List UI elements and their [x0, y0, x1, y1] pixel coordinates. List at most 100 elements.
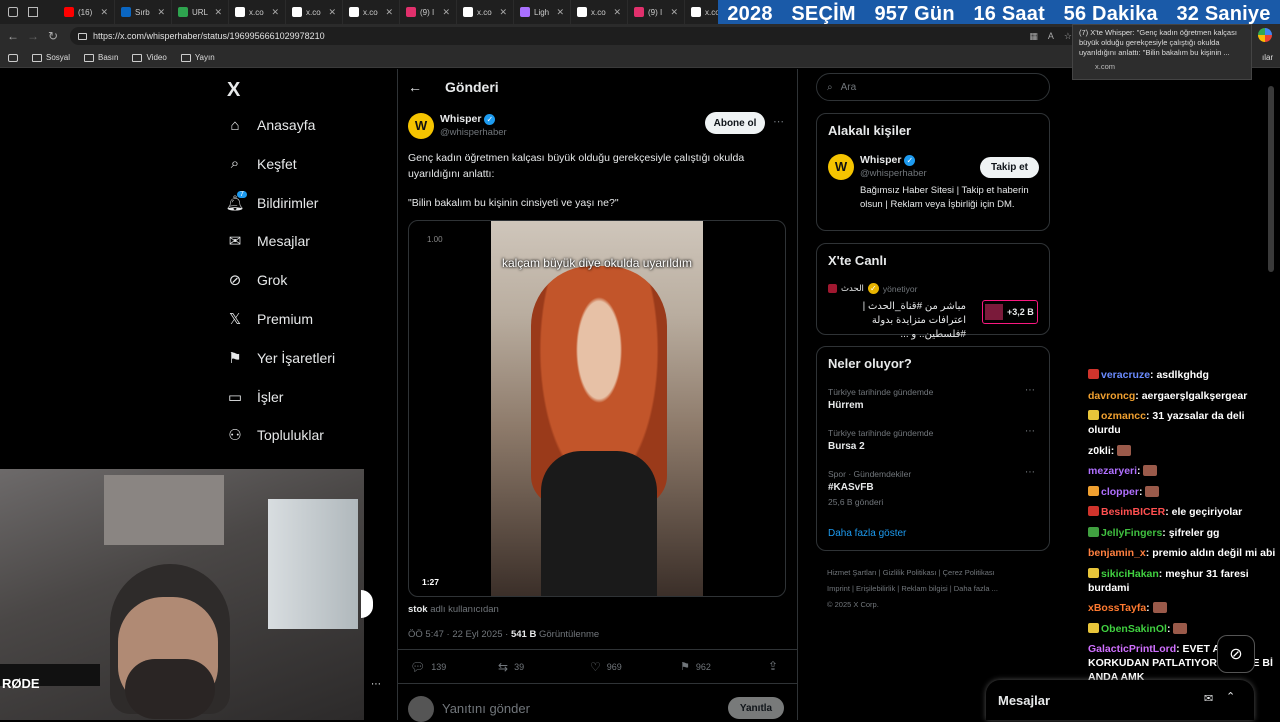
nav-item-topluluklar[interactable]: ⚇ Topluluklar	[227, 427, 324, 444]
close-tab-icon[interactable]: ✕	[442, 7, 450, 18]
close-tab-icon[interactable]: ✕	[556, 7, 564, 18]
live-stream-title[interactable]: مباشر من #قناة_الحدث | اعترافات متزايدة …	[828, 300, 966, 342]
more-menu-icon[interactable]: ⋯	[371, 679, 381, 690]
author-avatar[interactable]: W	[408, 113, 434, 139]
chat-username[interactable]: xBossTayfa	[1088, 602, 1146, 614]
trend-more-icon[interactable]: ⋯	[1025, 385, 1035, 396]
bookmark-folder-yayin[interactable]: Yayın	[180, 53, 215, 62]
related-name-row[interactable]: Whisper ✓	[860, 154, 916, 166]
live-listeners[interactable]: +3,2 B	[982, 300, 1038, 324]
source-user[interactable]: stok	[408, 604, 428, 615]
chevron-up-icon[interactable]: ⌃	[1226, 690, 1235, 703]
chat-username[interactable]: z0kli	[1088, 445, 1111, 457]
tab-actions-icon[interactable]	[28, 7, 38, 17]
browser-tab[interactable]: (9) I ✕	[628, 0, 685, 24]
workspaces-icon[interactable]	[8, 7, 18, 17]
reply-input[interactable]: Yanıtını gönder	[442, 701, 530, 716]
trend-name[interactable]: Hürrem	[828, 400, 864, 411]
related-avatar[interactable]: W	[828, 154, 854, 180]
site-info-icon[interactable]	[78, 32, 87, 40]
user-avatar[interactable]	[408, 696, 434, 722]
chat-username[interactable]: ozmancc	[1101, 410, 1146, 422]
trend-name[interactable]: #KASvFB	[828, 482, 874, 493]
trend-more-icon[interactable]: ⋯	[1025, 467, 1035, 478]
chat-username[interactable]: veracruze	[1101, 369, 1150, 381]
close-tab-icon[interactable]: ✕	[157, 7, 165, 18]
close-tab-icon[interactable]: ✕	[385, 7, 393, 18]
close-tab-icon[interactable]: ✕	[613, 7, 621, 18]
author-handle[interactable]: @whisperhaber	[440, 127, 507, 138]
nav-item-i-ler[interactable]: ▭ İşler	[227, 389, 284, 406]
browser-tab[interactable]: x.co ✕	[457, 0, 514, 24]
collections-icon[interactable]	[8, 53, 18, 62]
read-aloud-icon[interactable]: A	[1048, 31, 1054, 42]
browser-tab[interactable]: x.co ✕	[343, 0, 400, 24]
nav-item-ke-fet[interactable]: ⌕ Keşfet	[227, 155, 297, 172]
footer-link[interactable]: Gizlilik Politikası	[883, 568, 937, 577]
grid-icon[interactable]: ▦	[1029, 31, 1038, 42]
follow-button[interactable]: Takip et	[980, 157, 1039, 178]
new-message-icon[interactable]: ✉	[1204, 692, 1213, 705]
close-tab-icon[interactable]: ✕	[214, 7, 222, 18]
related-name[interactable]: Whisper	[860, 154, 901, 166]
more-options-icon[interactable]: ⋯	[773, 115, 784, 128]
browser-tab[interactable]: Ligh ✕	[514, 0, 571, 24]
messages-drawer[interactable]: Mesajlar ✉ ⌃	[986, 680, 1254, 720]
chat-username[interactable]: ObenSakinOl	[1101, 623, 1167, 635]
chat-username[interactable]: JellyFingers	[1101, 527, 1162, 539]
chat-username[interactable]: clopper	[1101, 486, 1139, 498]
bookmark-folder-basin[interactable]: Basın	[84, 53, 118, 62]
chat-username[interactable]: GalacticPrintLord	[1088, 643, 1176, 655]
playback-speed[interactable]: 1.00	[427, 235, 443, 244]
footer-link[interactable]: Daha fazla ...	[954, 584, 998, 593]
author-name[interactable]: Whisper	[440, 113, 481, 125]
close-tab-icon[interactable]: ✕	[100, 7, 108, 18]
like-action[interactable]: ♡ 969	[590, 660, 622, 674]
back-icon[interactable]: ←	[6, 29, 20, 43]
share-icon[interactable]: ⇪	[768, 659, 778, 673]
footer-link[interactable]: Imprint	[827, 584, 850, 593]
forward-icon[interactable]: →	[26, 29, 40, 43]
x-logo-icon[interactable]: X	[227, 79, 240, 102]
nav-item-premium[interactable]: 𝕏 Premium	[227, 311, 313, 328]
bookmark-folder-sosyal[interactable]: Sosyal	[32, 53, 70, 62]
show-more-link[interactable]: Daha fazla göster	[828, 528, 906, 539]
reply-button[interactable]: Yanıtla	[728, 697, 784, 719]
bookmark-folder-video[interactable]: Video	[132, 53, 167, 62]
author-name-row[interactable]: Whisper ✓	[440, 113, 496, 125]
browser-tab[interactable]: (16) ✕	[58, 0, 115, 24]
chat-username[interactable]: benjamin_x	[1088, 547, 1146, 559]
reload-icon[interactable]: ↻	[46, 29, 60, 43]
footer-link[interactable]: Erişilebilirlik	[856, 584, 895, 593]
chat-username[interactable]: sikiciHakan	[1101, 568, 1159, 580]
nav-item-anasayfa[interactable]: ⌂ Anasayfa	[227, 117, 315, 134]
favorite-star-icon[interactable]: ☆	[1064, 31, 1072, 42]
nav-item-mesajlar[interactable]: ✉ Mesajlar	[227, 233, 310, 250]
repost-action[interactable]: ⇆ 39	[498, 660, 524, 674]
profile-avatar-icon[interactable]	[1258, 28, 1272, 42]
chat-username[interactable]: BesimBICER	[1101, 506, 1165, 518]
nav-item-yer-i-aretleri[interactable]: ⚑ Yer İşaretleri	[227, 350, 335, 367]
close-tab-icon[interactable]: ✕	[499, 7, 507, 18]
search-input[interactable]: Ara	[841, 82, 857, 93]
close-tab-icon[interactable]: ✕	[328, 7, 336, 18]
url-text[interactable]: https://x.com/whisperhaber/status/196995…	[93, 31, 325, 41]
browser-tab[interactable]: x.co ✕	[229, 0, 286, 24]
post-timestamp[interactable]: ÖÖ 5:47 · 22 Eyl 2025 ·	[408, 629, 508, 640]
reply-action[interactable]: 💬︎ 139	[410, 660, 446, 674]
footer-link[interactable]: Çerez Politikası	[943, 568, 995, 577]
grok-button[interactable]: ⊘	[1217, 635, 1255, 673]
video-player[interactable]: 1.00 kalçam büyük diye okulda uyarıldım …	[408, 220, 786, 597]
nav-item-grok[interactable]: ⊘ Grok	[227, 272, 288, 289]
close-tab-icon[interactable]: ✕	[271, 7, 279, 18]
subscribe-button[interactable]: Abone ol	[705, 112, 765, 134]
bookmark-action[interactable]: ⚑ 962	[680, 660, 711, 673]
back-arrow-icon[interactable]: ←	[408, 79, 422, 95]
browser-tab[interactable]: x.co ✕	[286, 0, 343, 24]
search-box[interactable]: ⌕ Ara	[816, 73, 1050, 101]
browser-tab[interactable]: Sırb ✕	[115, 0, 172, 24]
url-bar[interactable]: https://x.com/whisperhaber/status/196995…	[70, 27, 1080, 45]
browser-tab[interactable]: x.co ✕	[571, 0, 628, 24]
close-tab-icon[interactable]: ✕	[670, 7, 678, 18]
trend-name[interactable]: Bursa 2	[828, 441, 865, 452]
